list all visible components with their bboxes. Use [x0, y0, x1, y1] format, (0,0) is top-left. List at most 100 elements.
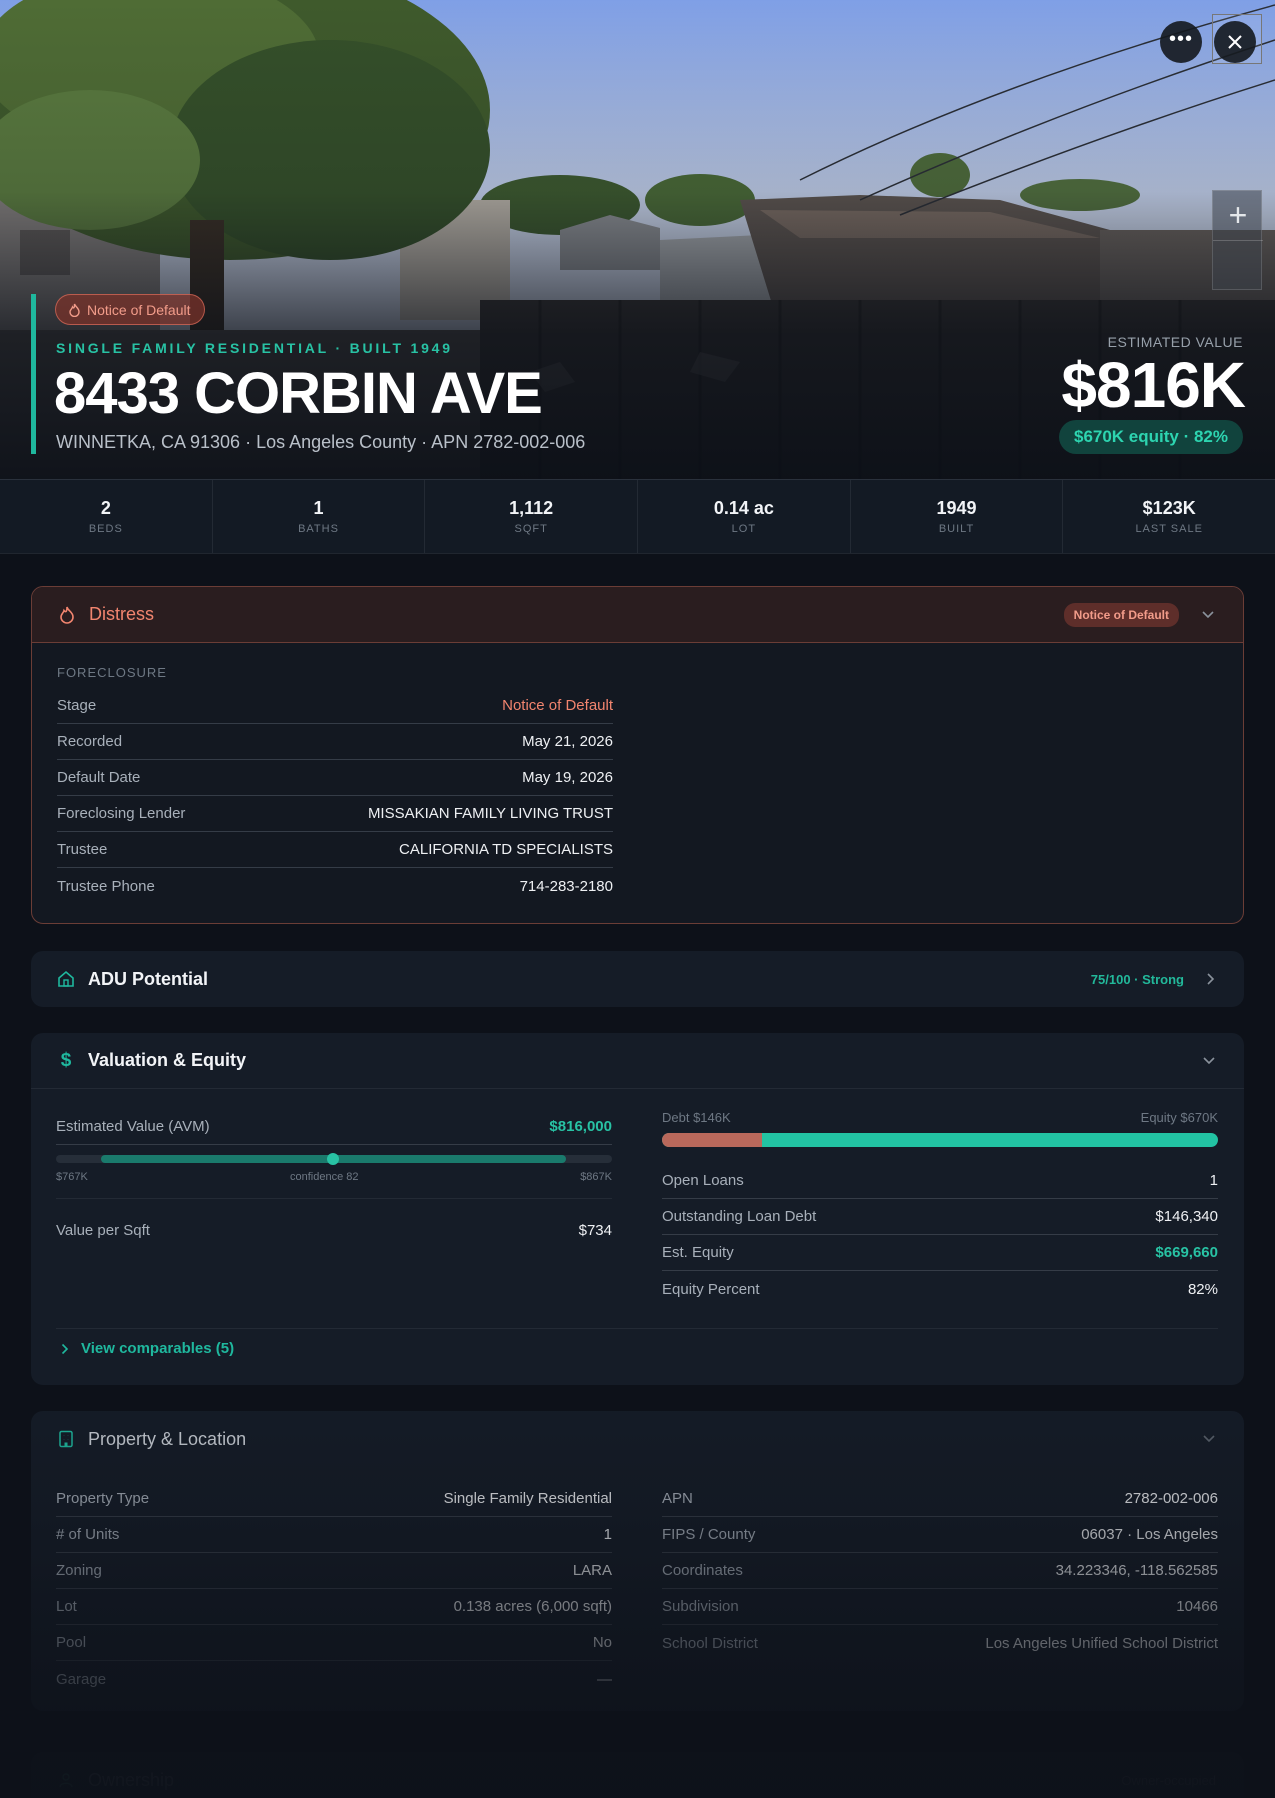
- prop-row-zoning: Zoning LARA: [56, 1553, 612, 1589]
- close-button[interactable]: [1214, 21, 1256, 63]
- equity-label: Equity $670K: [1140, 1110, 1218, 1125]
- stat-last-sale: $123K LAST SALE: [1063, 480, 1275, 553]
- prop-row-lot: Lot 0.138 acres (6,000 sqft): [56, 1589, 612, 1625]
- equity-badge: $670K equity · 82%: [1058, 420, 1243, 454]
- row-key: School District: [662, 1634, 758, 1652]
- prop-row-school: School District Los Angeles Unified Schoo…: [662, 1625, 1218, 1661]
- row-value: 82%: [1187, 1280, 1218, 1298]
- row-value: 0.138 acres (6,000 sqft): [453, 1598, 612, 1615]
- hero-street-view: ••• + Notice of Default SINGLE FAMILY RE…: [0, 0, 1275, 480]
- open-loans-row: Open Loans 1: [662, 1163, 1218, 1199]
- row-key: Trustee Phone: [57, 877, 155, 895]
- valuation-card: $ Valuation & Equity Estimated Value (AV…: [31, 1033, 1244, 1385]
- row-key: FIPS / County: [662, 1526, 756, 1543]
- home-icon: [56, 969, 76, 989]
- more-button[interactable]: •••: [1160, 21, 1202, 63]
- ownership-badge: Owner-occupied: [1121, 1772, 1216, 1788]
- row-key: Outstanding Loan Debt: [662, 1208, 817, 1225]
- hero-accent-bar: [31, 294, 36, 454]
- building-icon: [56, 1429, 76, 1449]
- divider: [56, 1198, 612, 1199]
- row-key: Value per Sqft: [56, 1221, 150, 1239]
- prop-row-garage: Garage —: [56, 1661, 612, 1697]
- stat-sqft: 1,112 SQFT: [425, 480, 639, 553]
- dollar-icon: $: [60, 1049, 72, 1071]
- stat-value: 2: [100, 498, 111, 518]
- distress-row-default-date: Default Date May 19, 2026: [57, 760, 613, 796]
- stat-value: 1: [313, 498, 324, 518]
- property-header[interactable]: Property & Location: [31, 1411, 1244, 1467]
- stat-value: $123K: [1142, 498, 1196, 518]
- stat-label: BEDS: [88, 523, 123, 535]
- row-key: Property Type: [56, 1490, 150, 1507]
- row-value[interactable]: 714-283-2180: [520, 878, 613, 895]
- property-title: Property & Location: [88, 1428, 247, 1449]
- zoom-in-button[interactable]: +: [1213, 191, 1263, 241]
- flame-icon: [69, 303, 80, 317]
- row-value: $146,340: [1155, 1208, 1218, 1225]
- adu-header[interactable]: ADU Potential 75/100 · Strong: [31, 951, 1244, 1007]
- view-comparables-link[interactable]: View comparables (5): [61, 1340, 234, 1357]
- stat-label: LOT: [731, 523, 757, 535]
- row-value: 34.223346, -118.562585: [1055, 1562, 1218, 1579]
- row-value: MISSAKIAN FAMILY LIVING TRUST: [367, 805, 613, 822]
- adu-card[interactable]: ADU Potential 75/100 · Strong: [31, 951, 1244, 1007]
- row-value: 06037 · Los Angeles: [1081, 1526, 1218, 1543]
- row-value: LARA: [572, 1562, 612, 1579]
- row-value: 10466: [1176, 1598, 1218, 1615]
- property-subtitle: SINGLE FAMILY RESIDENTIAL · BUILT 1949: [56, 340, 453, 356]
- zoom-in-icon: +: [1228, 197, 1248, 233]
- row-value: $816,000: [549, 1118, 612, 1135]
- row-key: Pool: [56, 1634, 87, 1651]
- row-key: Garage: [56, 1670, 107, 1688]
- stat-value: 1,112: [509, 498, 554, 518]
- property-location: WINNETKA, CA 91306 · Los Angeles County …: [56, 432, 586, 452]
- row-key: Default Date: [57, 769, 141, 786]
- chevron-down-icon[interactable]: [1202, 1056, 1216, 1066]
- distress-row-recorded: Recorded May 21, 2026: [57, 724, 613, 760]
- chevron-down-icon[interactable]: [1201, 610, 1215, 620]
- debt-equity-bar: [662, 1133, 1218, 1147]
- adu-title: ADU Potential: [88, 968, 209, 989]
- confidence-marker: [327, 1153, 339, 1165]
- property-detail-panel: ••• + Notice of Default SINGLE FAMILY RE…: [0, 0, 1275, 1798]
- distress-card: Distress Notice of Default FORECLOSURE S…: [31, 586, 1244, 924]
- distress-badge-label: Notice of Default: [87, 301, 191, 318]
- row-key: Stage: [57, 697, 97, 714]
- debt-label: Debt $146K: [662, 1110, 731, 1125]
- chevron-down-icon[interactable]: [1202, 1434, 1216, 1444]
- more-icon: •••: [1168, 27, 1193, 50]
- row-value: CALIFORNIA TD SPECIALISTS: [399, 841, 613, 858]
- distress-badge: Notice of Default: [55, 294, 205, 325]
- distress-header[interactable]: Distress Notice of Default: [32, 587, 1243, 643]
- chevron-right-icon[interactable]: [1206, 972, 1216, 986]
- value-per-sqft-row: Value per Sqft $734: [56, 1212, 612, 1248]
- range-high: $867K: [580, 1171, 612, 1183]
- row-key: Trustee: [57, 841, 108, 858]
- row-value: May 21, 2026: [522, 733, 613, 750]
- zoom-out-button[interactable]: [1213, 241, 1263, 291]
- stat-label: SQFT: [514, 523, 548, 535]
- close-icon: [1228, 35, 1242, 49]
- valuation-header[interactable]: $ Valuation & Equity: [31, 1033, 1244, 1089]
- row-key: Est. Equity: [662, 1244, 734, 1261]
- row-value: Notice of Default: [502, 697, 613, 714]
- row-value: Single Family Residential: [443, 1490, 612, 1507]
- property-card: Property & Location Property Type Single …: [31, 1411, 1244, 1711]
- row-value: 2782-002-006: [1124, 1490, 1218, 1507]
- divider: [56, 1328, 1218, 1329]
- prop-row-pool: Pool No: [56, 1625, 612, 1661]
- ownership-header[interactable]: Ownership Owner-occupied: [31, 1752, 1244, 1798]
- row-value: 1: [1209, 1172, 1218, 1189]
- est-equity-row: Est. Equity $669,660: [662, 1235, 1218, 1271]
- row-key: Estimated Value (AVM): [56, 1118, 210, 1135]
- row-key: Zoning: [56, 1562, 102, 1579]
- row-key: Equity Percent: [662, 1280, 760, 1298]
- row-key: Recorded: [57, 733, 123, 750]
- confidence-label: confidence 82: [290, 1171, 359, 1183]
- stat-lot: 0.14 ac LOT: [638, 480, 851, 553]
- stat-label: BATHS: [298, 523, 339, 535]
- debt-segment: [662, 1133, 763, 1147]
- flame-icon: [57, 605, 77, 625]
- row-key: # of Units: [56, 1526, 120, 1543]
